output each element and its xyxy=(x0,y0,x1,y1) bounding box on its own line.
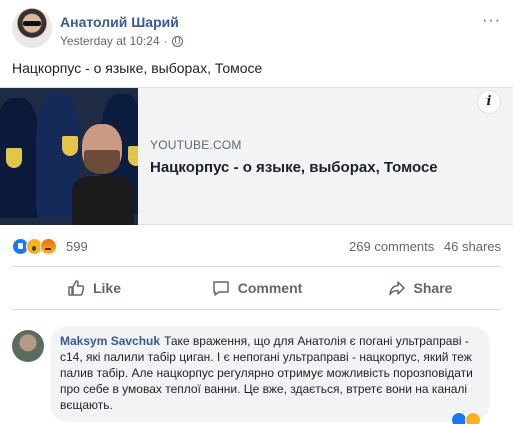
comment-bubble: Maksym Savchuk Таке враження, що для Анат… xyxy=(50,326,490,422)
link-domain: YOUTUBE.COM xyxy=(150,138,242,152)
post-timestamp[interactable]: Yesterday at 10:24 xyxy=(60,34,160,48)
globe-icon[interactable] xyxy=(171,35,183,47)
thumbnail-emblem xyxy=(128,146,138,166)
angry-icon xyxy=(40,238,57,255)
like-button[interactable]: Like xyxy=(12,267,175,309)
post-actions: Like Comment Share xyxy=(12,266,501,310)
share-button[interactable]: Share xyxy=(338,267,501,309)
link-preview-card[interactable]: YOUTUBE.COM Нацкорпус - о языке, выборах… xyxy=(0,87,513,225)
thumbnail-emblem xyxy=(62,136,78,156)
reactions-bar: 599 269 comments 46 shares xyxy=(12,236,501,256)
share-label: Share xyxy=(413,280,453,296)
engagement-counts: 269 comments 46 shares xyxy=(349,239,501,254)
meta-separator: · xyxy=(163,34,168,48)
link-card-info: YOUTUBE.COM Нацкорпус - о языке, выборах… xyxy=(150,138,438,176)
reaction-icons[interactable] xyxy=(12,238,57,255)
commenter-avatar[interactable] xyxy=(12,330,44,362)
like-label: Like xyxy=(92,280,121,296)
video-thumbnail[interactable] xyxy=(0,88,138,225)
comments-count[interactable]: 269 comments xyxy=(349,239,434,254)
avatar-glasses xyxy=(23,21,41,26)
thumbnail-person-beard xyxy=(84,150,120,174)
author-avatar[interactable] xyxy=(12,8,52,48)
post-text: Нацкорпус - о языке, выборах, Томосе xyxy=(12,60,263,76)
comment-reaction-icon[interactable] xyxy=(465,412,481,424)
thumbs-up-icon xyxy=(68,280,85,296)
comment-icon xyxy=(212,281,229,296)
link-title[interactable]: Нацкорпус - о языке, выборах, Томосе xyxy=(150,159,438,176)
post-author[interactable]: Анатолий Шарий xyxy=(60,14,179,30)
comment-author[interactable]: Maksym Savchuk xyxy=(60,334,160,348)
share-icon xyxy=(388,281,405,296)
thumbnail-emblem xyxy=(6,148,22,168)
comment-label: Comment xyxy=(237,280,303,296)
thumbnail-person-coat xyxy=(72,176,134,225)
comment-button[interactable]: Comment xyxy=(175,267,338,309)
post-meta: Yesterday at 10:24 · xyxy=(60,34,183,48)
shares-count[interactable]: 46 shares xyxy=(444,239,501,254)
more-options-button[interactable]: ··· xyxy=(482,12,501,30)
info-icon[interactable]: i xyxy=(477,90,501,114)
post-header: Анатолий Шарий Yesterday at 10:24 · ··· xyxy=(12,8,501,56)
reaction-count[interactable]: 599 xyxy=(66,239,88,254)
